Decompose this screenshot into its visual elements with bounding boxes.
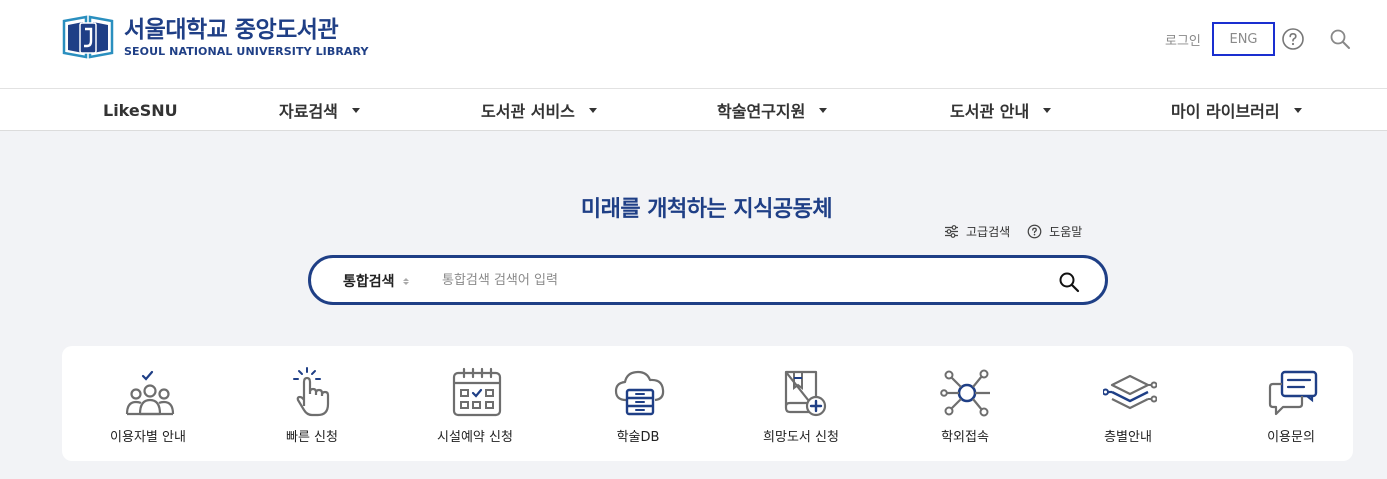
chat-icon [1268,370,1318,416]
caret-down-icon [588,107,597,113]
nav-search-materials[interactable]: 자료검색 [279,89,360,131]
search-scope-label: 통합검색 [343,274,395,290]
nav-research-support[interactable]: 학술연구지원 [717,89,828,131]
quick-item-label: 희망도서 신청 [763,430,839,445]
hero-title: 미래를 개척하는 지식공동체 [580,197,833,222]
search-icon[interactable] [1329,28,1351,50]
advanced-search-label: 고급검색 [966,225,1011,239]
caret-down-icon [1043,107,1052,113]
help-link[interactable]: 도움말 [1027,223,1082,240]
layers-icon [1103,374,1157,410]
search-scope-select[interactable]: 통합검색 [343,271,409,291]
nav-library-info[interactable]: 도서관 안내 [950,89,1052,131]
nav-label: LikeSNU [103,100,178,120]
caret-down-icon [351,107,360,113]
english-language-button[interactable]: ENG [1212,22,1275,56]
quick-item-user-guide[interactable]: 이용자별 안내 [78,346,218,461]
help-circle-icon [1027,224,1042,239]
search-bar: 통합검색 [308,255,1108,305]
help-label: 도움말 [1049,225,1083,239]
caret-down-icon [819,107,828,113]
quick-item-floor-guide[interactable]: 층별안내 [1058,346,1198,461]
help-circle-icon[interactable] [1281,27,1305,51]
quick-item-label: 이용자별 안내 [110,430,186,445]
quick-item-book-request[interactable]: 희망도서 신청 [731,346,871,461]
network-icon [940,369,990,417]
search-icon[interactable] [1058,271,1080,293]
sort-arrows-icon [402,277,409,285]
library-logo[interactable]: 서울대학교 중앙도서관 SEOUL NATIONAL UNIVERSITY LI… [62,13,369,61]
cloud-database-icon [614,370,665,416]
quick-menu: 이용자별 안내 빠른 신청 시설예약 신청 학술DB 희망도서 신청 학외접속 … [62,346,1353,461]
search-sub-links: 고급검색 도움말 [944,223,1099,240]
nav-my-library[interactable]: 마이 라이브러리 [1171,89,1302,131]
caret-down-icon [1293,107,1302,113]
advanced-search-link[interactable]: 고급검색 [944,223,1010,240]
nav-likesnu[interactable]: LikeSNU [103,89,178,131]
nav-label: 학술연구지원 [717,102,806,121]
quick-item-label: 시설예약 신청 [437,430,513,445]
nav-library-services[interactable]: 도서관 서비스 [481,89,597,131]
main-navigation: LikeSNU 자료검색 도서관 서비스 학술연구지원 도서관 안내 마이 라이… [0,88,1387,131]
users-check-icon [125,370,175,416]
quick-item-inquiry[interactable]: 이용문의 [1221,346,1361,461]
quick-item-facility-reservation[interactable]: 시설예약 신청 [405,346,545,461]
sliders-icon [945,225,958,238]
nav-label: 자료검색 [279,102,338,121]
tap-hand-icon [293,367,330,417]
login-link[interactable]: 로그인 [1165,30,1201,49]
nav-label: 도서관 서비스 [481,102,575,121]
search-input[interactable] [442,267,1032,293]
quick-item-label: 학술DB [616,430,660,445]
quick-item-label: 빠른 신청 [286,430,338,445]
site-header: 서울대학교 중앙도서관 SEOUL NATIONAL UNIVERSITY LI… [0,0,1387,88]
quick-item-quick-apply[interactable]: 빠른 신청 [242,346,382,461]
nav-label: 도서관 안내 [950,102,1030,121]
quick-item-label: 학외접속 [941,430,989,445]
quick-item-label: 이용문의 [1267,430,1315,445]
book-add-icon [784,370,827,417]
quick-item-academic-db[interactable]: 학술DB [568,346,708,461]
logo-english-name: SEOUL NATIONAL UNIVERSITY LIBRARY [124,44,369,58]
quick-item-off-campus-access[interactable]: 학외접속 [895,346,1035,461]
logo-korean-name: 서울대학교 중앙도서관 [124,16,339,43]
library-book-logo-icon [62,15,114,59]
calendar-icon [452,367,502,417]
quick-item-label: 층별안내 [1104,430,1152,445]
nav-label: 마이 라이브러리 [1171,102,1280,121]
